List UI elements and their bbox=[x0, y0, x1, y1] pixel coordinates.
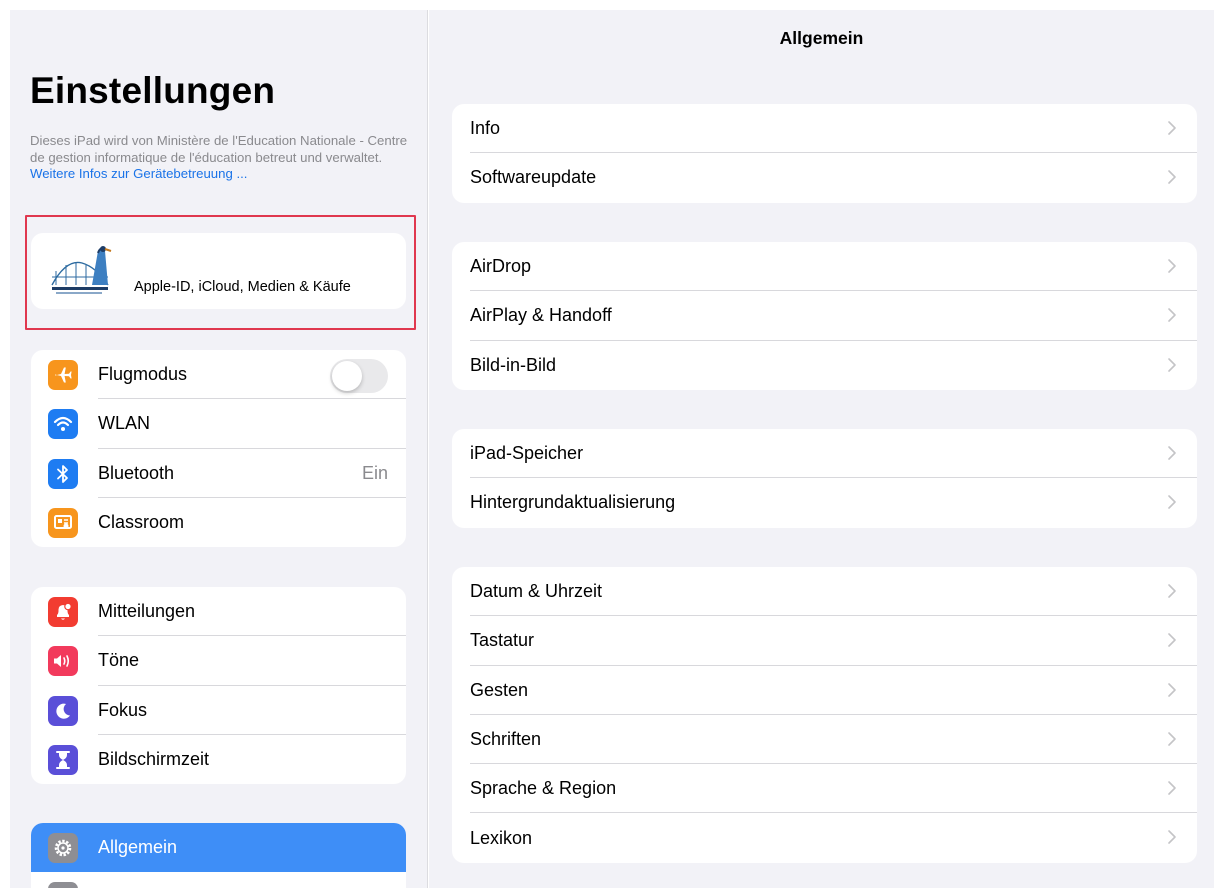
row-label: AirPlay & Handoff bbox=[470, 305, 612, 326]
row-lexikon[interactable]: Lexikon bbox=[452, 813, 1197, 862]
nav-title: Allgemein bbox=[779, 28, 864, 48]
row-softwareupdate[interactable]: Softwareupdate bbox=[452, 153, 1197, 202]
row-gesten[interactable]: Gesten bbox=[452, 666, 1197, 715]
row-label: Sprache & Region bbox=[470, 778, 617, 799]
sidebar-item-classroom[interactable]: Classroom bbox=[31, 498, 406, 547]
chevron-right-icon bbox=[1168, 357, 1176, 372]
sidebar-item-next[interactable] bbox=[31, 872, 406, 888]
moon-icon bbox=[48, 695, 78, 726]
row-schriften[interactable]: Schriften bbox=[452, 715, 1197, 765]
sidebar-item-mitteilungen[interactable]: Mitteilungen bbox=[31, 587, 406, 637]
sidebar-item-flugmodus[interactable]: Flugmodus bbox=[31, 350, 406, 400]
bluetooth-status: Ein bbox=[361, 462, 388, 483]
apple-id-card[interactable]: Apple-ID, iCloud, Medien & Käufe bbox=[31, 233, 406, 309]
general-group: Allgemein bbox=[31, 823, 406, 888]
sidebar-item-label: WLAN bbox=[98, 413, 151, 434]
device-management-link[interactable]: Weitere Infos zur Gerätebetreuung ... bbox=[30, 166, 247, 181]
row-label: Gesten bbox=[470, 679, 529, 700]
row-label: Bild-in-Bild bbox=[470, 354, 557, 375]
classroom-icon bbox=[48, 507, 78, 538]
sidebar-item-allgemein[interactable]: Allgemein bbox=[31, 823, 406, 873]
airplane-mode-toggle[interactable] bbox=[330, 359, 388, 393]
row-datum-uhrzeit[interactable]: Datum & Uhrzeit bbox=[452, 567, 1197, 617]
row-ipad-speicher[interactable]: iPad-Speicher bbox=[452, 429, 1197, 479]
settings-sidebar: Einstellungen Dieses iPad wird von Minis… bbox=[10, 10, 428, 888]
chevron-right-icon bbox=[1168, 495, 1176, 510]
sidebar-item-label: Fokus bbox=[98, 699, 148, 720]
management-note-text: Dieses iPad wird von Ministère de l'Educ… bbox=[30, 133, 408, 165]
row-label: AirDrop bbox=[470, 256, 532, 277]
detail-pane: Allgemein Info Softwareupdate AirDrop Ai… bbox=[429, 10, 1214, 888]
row-bild-in-bild[interactable]: Bild-in-Bild bbox=[452, 341, 1197, 390]
partial-icon bbox=[48, 882, 78, 888]
row-label: Schriften bbox=[470, 729, 542, 750]
sound-icon bbox=[48, 646, 78, 677]
row-label: Info bbox=[470, 118, 501, 139]
sidebar-item-toene[interactable]: Töne bbox=[31, 636, 406, 686]
row-label: Softwareupdate bbox=[470, 167, 597, 188]
row-label: iPad-Speicher bbox=[470, 443, 584, 464]
detail-group-3: iPad-Speicher Hintergrundaktualisierung bbox=[452, 429, 1197, 528]
gear-icon bbox=[48, 833, 78, 863]
toggle-knob bbox=[332, 361, 362, 391]
chevron-right-icon bbox=[1168, 584, 1176, 598]
management-note: Dieses iPad wird von Ministère de l'Educ… bbox=[30, 133, 415, 183]
row-label: Datum & Uhrzeit bbox=[470, 581, 603, 602]
bluetooth-icon bbox=[48, 458, 78, 489]
sidebar-item-label: Mitteilungen bbox=[98, 601, 196, 622]
detail-group-2: AirDrop AirPlay & Handoff Bild-in-Bild bbox=[452, 242, 1197, 390]
airplane-icon bbox=[48, 360, 78, 390]
sidebar-item-label: Bluetooth bbox=[98, 462, 175, 483]
chevron-right-icon bbox=[1168, 633, 1176, 648]
page-title: Einstellungen bbox=[30, 70, 276, 111]
detail-group-4: Datum & Uhrzeit Tastatur Gesten Schrifte… bbox=[452, 567, 1197, 863]
sidebar-item-fokus[interactable]: Fokus bbox=[31, 686, 406, 735]
sidebar-item-wlan[interactable]: WLAN bbox=[31, 399, 406, 449]
wifi-icon bbox=[48, 409, 78, 440]
row-label: Hintergrundaktualisierung bbox=[470, 492, 676, 513]
sidebar-item-bildschirmzeit[interactable]: Bildschirmzeit bbox=[31, 735, 406, 784]
school-logo-icon bbox=[51, 246, 112, 294]
row-sprache-region[interactable]: Sprache & Region bbox=[452, 764, 1197, 814]
row-label: Tastatur bbox=[470, 630, 535, 651]
detail-group-1: Info Softwareupdate bbox=[452, 104, 1197, 203]
sidebar-item-label: Allgemein bbox=[98, 837, 178, 858]
sidebar-item-bluetooth[interactable]: Bluetooth Ein bbox=[31, 449, 406, 498]
hourglass-icon bbox=[48, 744, 78, 775]
chevron-right-icon bbox=[1168, 308, 1176, 323]
apple-id-label: Apple-ID, iCloud, Medien & Käufe bbox=[134, 279, 351, 295]
row-hintergrundaktualisierung[interactable]: Hintergrundaktualisierung bbox=[452, 478, 1197, 527]
row-label: Lexikon bbox=[470, 827, 533, 848]
sidebar-item-label: Classroom bbox=[98, 512, 185, 533]
notifications-icon bbox=[48, 597, 78, 627]
chevron-right-icon bbox=[1168, 259, 1176, 273]
chevron-right-icon bbox=[1168, 830, 1176, 845]
chevron-right-icon bbox=[1168, 170, 1176, 185]
chevron-right-icon bbox=[1168, 732, 1176, 746]
sidebar-item-label: Töne bbox=[98, 650, 140, 671]
chevron-right-icon bbox=[1168, 446, 1176, 460]
sidebar-item-label: Bildschirmzeit bbox=[98, 749, 210, 770]
chevron-right-icon bbox=[1168, 781, 1176, 795]
row-airdrop[interactable]: AirDrop bbox=[452, 242, 1197, 292]
chevron-right-icon bbox=[1168, 682, 1176, 697]
chevron-right-icon bbox=[1168, 121, 1176, 135]
sidebar-item-label: Flugmodus bbox=[98, 364, 188, 385]
connectivity-group: Flugmodus WLAN Bluetooth Ein Classroom bbox=[31, 350, 406, 548]
row-airplay-handoff[interactable]: AirPlay & Handoff bbox=[452, 291, 1197, 341]
row-info[interactable]: Info bbox=[452, 104, 1197, 154]
row-tastatur[interactable]: Tastatur bbox=[452, 616, 1197, 666]
notifications-group: Mitteilungen Töne Fokus Bildschirmzeit bbox=[31, 587, 406, 785]
